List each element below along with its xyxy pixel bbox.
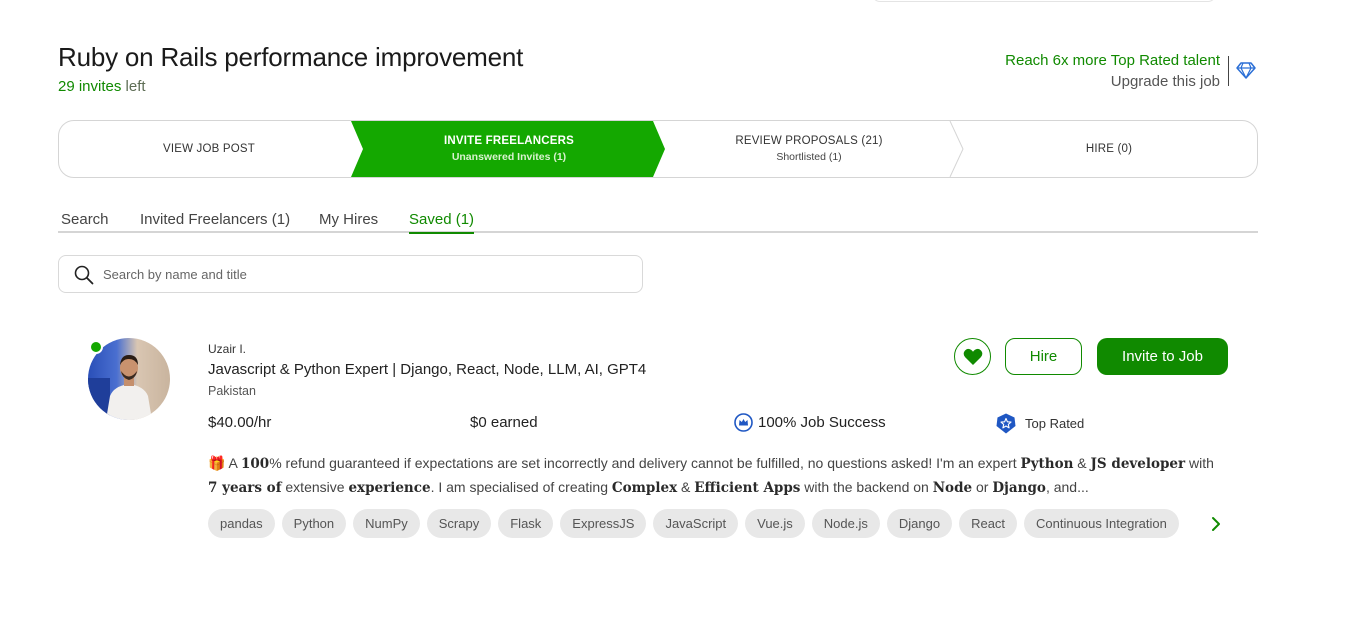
desc-text: & — [1073, 455, 1091, 471]
skill-tag[interactable]: NumPy — [353, 509, 420, 538]
total-earned: $0 earned — [470, 414, 538, 431]
desc-text: & — [677, 479, 695, 495]
desc-text: . I am specialised of creating — [430, 479, 612, 495]
job-success-icon — [734, 413, 753, 432]
desc-text: with the backend on — [800, 479, 933, 495]
skill-tag[interactable]: Continuous Integration — [1024, 509, 1179, 538]
diamond-icon[interactable] — [1236, 60, 1256, 80]
tab-invited-freelancers[interactable]: Invited Freelancers (1) — [140, 211, 290, 232]
step-label: INVITE FREELANCERS — [443, 135, 575, 147]
invites-suffix: left — [121, 78, 146, 95]
desc-bold: Efficient Apps — [694, 480, 801, 496]
desc-text: or — [972, 479, 993, 495]
upgrade-promo: Reach 6x more Top Rated talent Upgrade t… — [1005, 50, 1220, 92]
chevron-right-icon[interactable] — [1207, 515, 1225, 533]
skill-tag[interactable]: JavaScript — [653, 509, 739, 538]
desc-bold: Python — [1020, 456, 1074, 472]
top-rated-badge: Top Rated — [996, 413, 1084, 434]
hourly-rate: $40.00/hr — [208, 414, 272, 431]
freelancer-description: 🎁 A 100% refund guaranteed if expectatio… — [208, 452, 1226, 498]
tab-search[interactable]: Search — [61, 211, 109, 232]
desc-bold: experience — [348, 480, 431, 496]
save-freelancer-button[interactable] — [954, 338, 991, 375]
desc-bold: 7 years of — [208, 480, 282, 496]
top-rated-icon — [996, 413, 1016, 434]
step-hire[interactable]: HIRE (0) — [959, 121, 1257, 177]
upgrade-divider — [1228, 56, 1229, 86]
job-title: Ruby on Rails performance improvement — [58, 42, 524, 72]
hire-button[interactable]: Hire — [1005, 338, 1082, 375]
desc-bold: Django — [992, 480, 1046, 496]
desc-bold: 100 — [241, 456, 270, 472]
job-success-score: 100% Job Success — [734, 413, 886, 432]
desc-text: A — [225, 455, 242, 471]
tab-saved[interactable]: Saved (1) — [409, 211, 475, 234]
skill-tag[interactable]: React — [959, 509, 1018, 538]
online-status-dot — [89, 340, 103, 354]
upgrade-job-link[interactable]: Upgrade this job — [1005, 71, 1220, 92]
skill-tag[interactable]: Django — [886, 509, 953, 538]
gift-icon: 🎁 — [208, 455, 226, 471]
hiring-stepper: VIEW JOB POST INVITE FREELANCERS Unanswe… — [58, 120, 1258, 178]
search-input[interactable] — [103, 264, 623, 284]
job-success-text: 100% Job Success — [758, 414, 886, 431]
invite-to-job-button[interactable]: Invite to Job — [1097, 338, 1228, 375]
step-invite-freelancers[interactable]: INVITE FREELANCERS Unanswered Invites (1… — [359, 121, 659, 177]
step-label: REVIEW PROPOSALS (21) — [735, 135, 883, 147]
step-label: HIRE (0) — [1085, 143, 1133, 155]
top-rated-label: Top Rated — [1025, 416, 1085, 431]
step-label: VIEW JOB POST — [162, 143, 256, 155]
desc-text: extensive — [281, 479, 349, 495]
tab-my-hires[interactable]: My Hires — [319, 211, 378, 232]
desc-bold: Node — [932, 480, 973, 496]
top-overflow-panel — [872, 0, 1216, 2]
desc-bold: JS developer — [1090, 456, 1186, 472]
freelancer-name[interactable]: Uzair I. — [208, 342, 246, 356]
step-sublabel: Shortlisted (1) — [776, 151, 842, 163]
invites-left: 29 invites left — [58, 78, 146, 95]
step-review-proposals[interactable]: REVIEW PROPOSALS (21) Shortlisted (1) — [659, 121, 959, 177]
skill-tag[interactable]: Flask — [498, 509, 554, 538]
search-box — [58, 255, 643, 293]
freelancer-title[interactable]: Javascript & Python Expert | Django, Rea… — [208, 361, 646, 378]
step-sublabel: Unanswered Invites (1) — [451, 151, 567, 163]
skill-tag[interactable]: Vue.js — [745, 509, 805, 538]
skill-tag[interactable]: pandas — [208, 509, 275, 538]
skill-tag[interactable]: ExpressJS — [560, 509, 647, 538]
tab-bar: Search Invited Freelancers (1) My Hires … — [58, 208, 1258, 234]
desc-text: % refund guaranteed if expectations are … — [269, 455, 1021, 471]
step-view-job-post[interactable]: VIEW JOB POST — [59, 121, 359, 177]
desc-text: with — [1185, 455, 1214, 471]
skill-tag[interactable]: Python — [281, 509, 347, 538]
search-icon — [74, 265, 94, 285]
skill-tag[interactable]: Node.js — [811, 509, 880, 538]
desc-text: , and... — [1045, 479, 1089, 495]
reach-more-talent-link[interactable]: Reach 6x more Top Rated talent — [1005, 50, 1220, 71]
skill-tag[interactable]: Scrapy — [426, 509, 492, 538]
invites-count: 29 invites — [58, 78, 122, 95]
skills-list: pandas Python NumPy Scrapy Flask Express… — [208, 509, 1198, 539]
desc-bold: Complex — [611, 480, 678, 496]
freelancer-country: Pakistan — [208, 384, 256, 398]
heart-icon — [963, 348, 982, 365]
